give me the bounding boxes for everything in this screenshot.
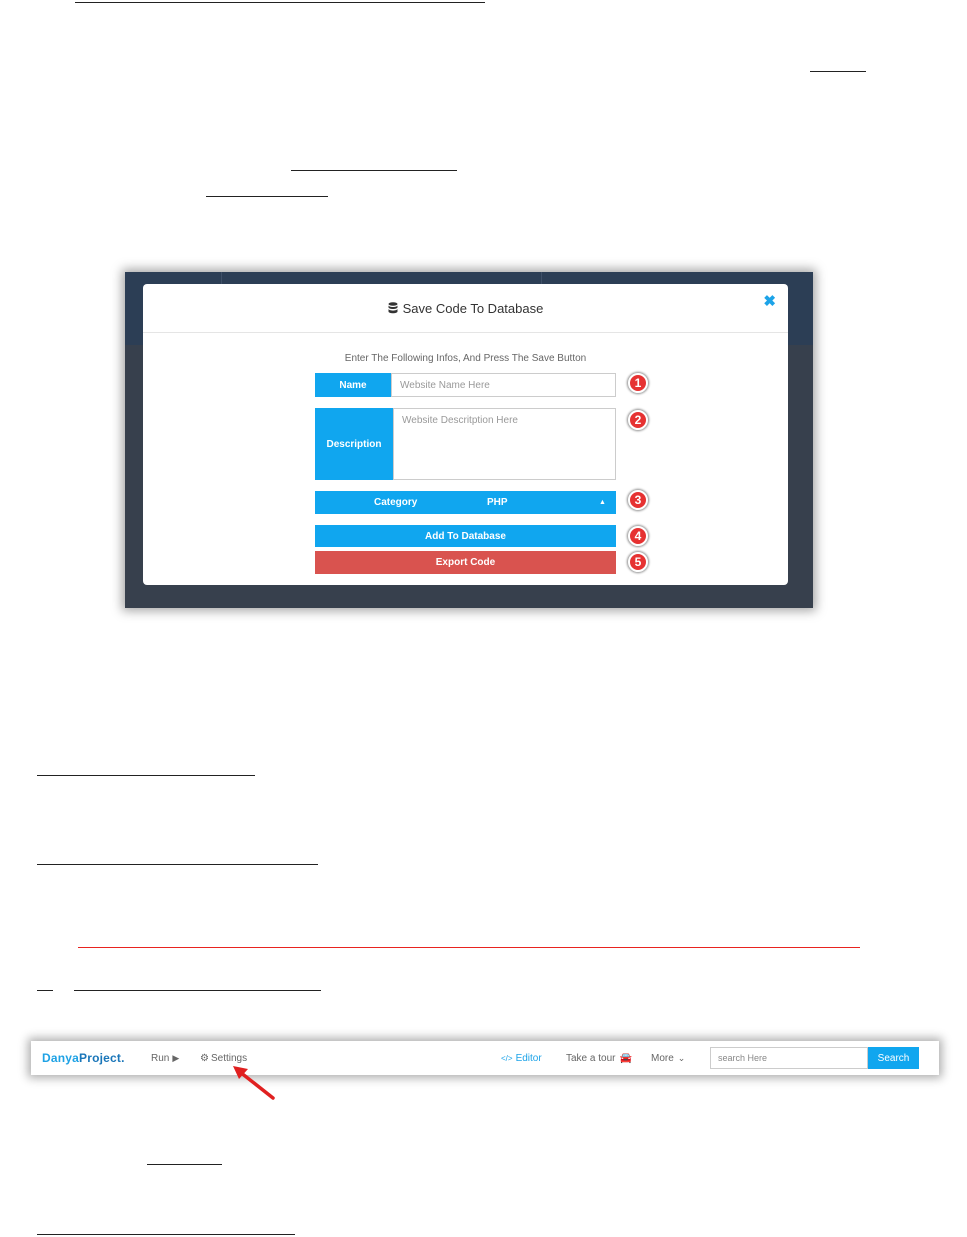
run-label: Run <box>151 1052 170 1064</box>
database-icon <box>388 302 398 314</box>
name-label: Name <box>315 373 391 397</box>
run-button[interactable]: Run ▶ <box>151 1041 179 1075</box>
name-placeholder: Website Name Here <box>400 379 490 391</box>
underline-1 <box>75 2 485 3</box>
category-select[interactable]: Category PHP ▲ <box>315 491 616 514</box>
export-code-button[interactable]: Export Code <box>315 551 616 574</box>
chevron-down-icon: ⌄ <box>677 1052 686 1063</box>
category-label: Category <box>374 497 418 508</box>
underline-5 <box>37 775 255 776</box>
editor-link[interactable]: </> Editor <box>501 1041 542 1075</box>
section-divider <box>78 947 860 948</box>
name-input[interactable]: Website Name Here <box>391 373 616 397</box>
search-button[interactable]: Search <box>868 1047 919 1069</box>
underline-7a <box>37 990 53 991</box>
red-arrow-icon <box>233 1066 275 1100</box>
description-input[interactable]: Website Descritption Here <box>393 408 616 480</box>
brand-logo[interactable]: Danya Project. <box>42 1041 125 1075</box>
tour-label: Take a tour <box>566 1052 616 1064</box>
header-divider <box>541 272 542 284</box>
step-badge-2: 2 <box>628 410 648 430</box>
underline-2 <box>810 71 866 72</box>
close-icon[interactable]: ✖ <box>763 292 776 310</box>
step-badge-1: 1 <box>628 373 648 393</box>
header-divider <box>221 272 222 284</box>
underline-3 <box>291 170 457 171</box>
modal-title: Save Code To Database <box>388 300 544 316</box>
underline-8 <box>147 1164 222 1165</box>
modal-header: Save Code To Database ✖ <box>143 284 788 333</box>
play-icon: ▶ <box>172 1052 180 1063</box>
modal-intro: Enter The Following Infos, And Press The… <box>344 353 587 364</box>
modal-title-text: Save Code To Database <box>402 300 544 316</box>
search-input[interactable]: search Here <box>710 1047 868 1069</box>
brand-part-2: Project. <box>79 1051 125 1065</box>
caret-up-icon: ▲ <box>599 499 606 506</box>
take-tour-link[interactable]: Take a tour 🚘 <box>566 1041 632 1075</box>
save-modal-screenshot: Save Code To Database ✖ Enter The Follow… <box>125 272 813 608</box>
step-badge-5: 5 <box>628 552 648 572</box>
more-dropdown[interactable]: More ⌄ <box>651 1041 685 1075</box>
brand-part-1: Danya <box>42 1051 80 1065</box>
step-badge-3: 3 <box>628 490 648 510</box>
description-label: Description <box>315 408 393 480</box>
gears-icon: ⚙ <box>200 1052 209 1064</box>
modal-dialog: Save Code To Database ✖ Enter The Follow… <box>143 284 788 585</box>
search-placeholder: search Here <box>718 1053 768 1063</box>
add-to-database-button[interactable]: Add To Database <box>315 525 616 547</box>
code-icon: </> <box>501 1053 513 1063</box>
underline-7b <box>74 990 321 991</box>
editor-label: Editor <box>515 1052 542 1064</box>
step-badge-4: 4 <box>628 526 648 546</box>
underline-9 <box>37 1234 295 1235</box>
description-placeholder: Website Descritption Here <box>402 415 518 426</box>
navbar-screenshot: Danya Project. Run ▶ ⚙ Settings </> Edito… <box>31 1041 939 1075</box>
underline-4 <box>206 196 328 197</box>
more-label: More <box>651 1052 674 1064</box>
underline-6 <box>37 864 318 865</box>
car-icon: 🚘 <box>619 1052 632 1064</box>
category-value: PHP <box>487 497 508 508</box>
